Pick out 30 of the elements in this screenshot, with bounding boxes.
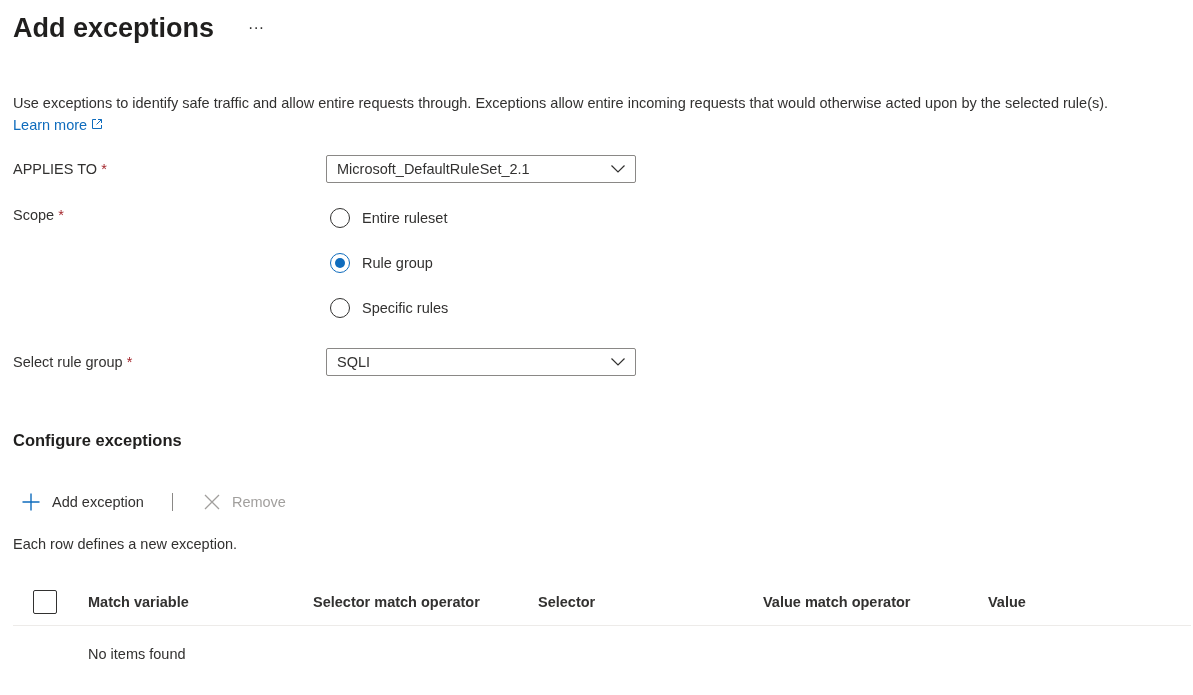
required-mark: * — [101, 161, 107, 177]
dropdown-field[interactable]: Microsoft_DefaultRuleSet_2.1 — [326, 155, 636, 183]
required-mark: * — [126, 354, 133, 370]
external-link-icon — [91, 118, 104, 130]
empty-message: No items found — [88, 646, 186, 662]
add-exception-button[interactable]: Add exception — [13, 493, 144, 511]
chevron-down-icon — [611, 165, 625, 173]
section-title: Configure exceptions — [13, 431, 183, 450]
select-all-checkbox[interactable] — [33, 590, 57, 614]
field-label: Select rule group — [13, 354, 123, 370]
required-mark: * — [58, 207, 64, 223]
plus-icon — [22, 493, 40, 511]
hint-text: Each row defines a new exception. — [13, 536, 239, 552]
radio-label[interactable]: Rule group — [362, 255, 433, 271]
radio-label[interactable]: Entire ruleset — [362, 210, 448, 226]
column-header: Selector — [538, 594, 597, 610]
column-header: Value — [988, 594, 1026, 610]
close-icon — [203, 494, 220, 510]
radio-label[interactable]: Specific rules — [362, 300, 449, 316]
column-header: Value match operator — [763, 594, 912, 610]
learn-more-link[interactable]: Learn more — [13, 117, 104, 133]
page-title: Add exceptions — [13, 12, 215, 44]
description-text: Use exceptions to identify safe traffic and allow entire requests through. Exceptions allow entire incoming requests that would otherwise acted upon by the selected rule(s). Learn more — [13, 94, 1110, 135]
chevron-down-icon — [611, 358, 625, 366]
field-label: APPLIES TO — [13, 161, 98, 177]
more-button[interactable]: ··· — [244, 19, 269, 37]
dropdown-field[interactable]: SQLI — [326, 348, 636, 376]
column-header: Match variable — [88, 594, 190, 610]
column-header: Selector match operator — [313, 594, 481, 610]
field-label: Scope — [13, 207, 55, 223]
